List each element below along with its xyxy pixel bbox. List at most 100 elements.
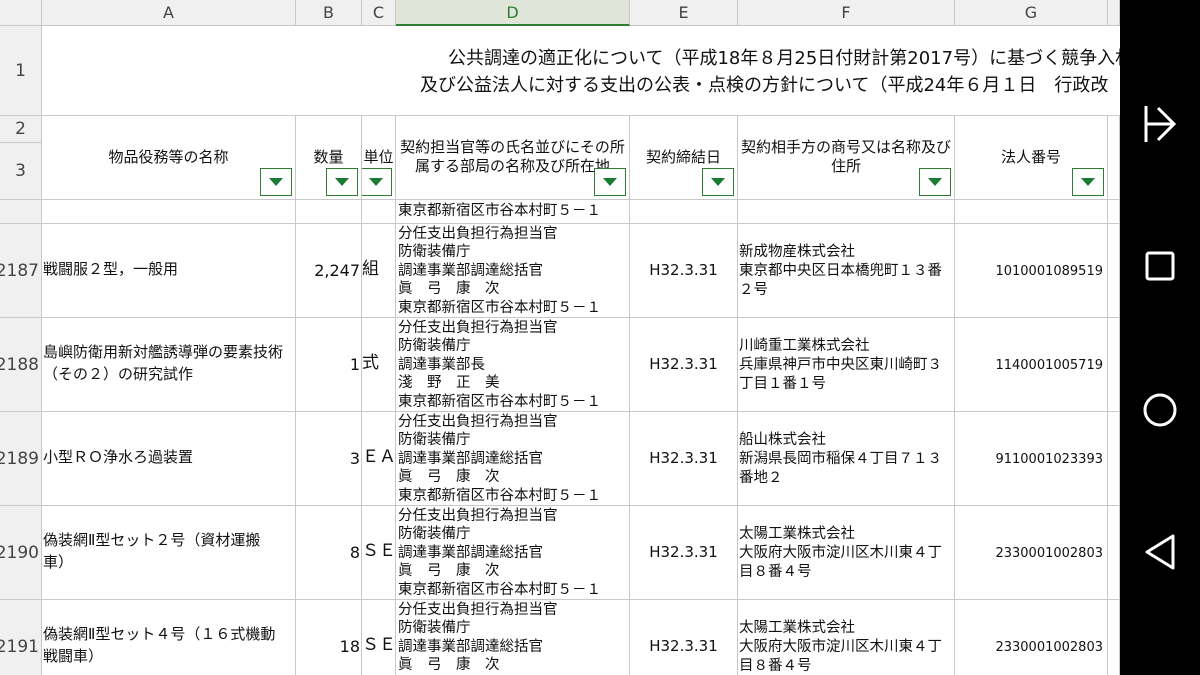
cell-unit[interactable]: 式 (362, 318, 396, 412)
cell-contract-date[interactable]: H32.3.31 (630, 506, 738, 600)
filter-dropdown-button[interactable] (702, 168, 734, 196)
header-corp-no[interactable]: 法人番号 (955, 116, 1108, 200)
cell-unit[interactable]: ＳＥ (362, 506, 396, 600)
row-header[interactable]: 2188 (0, 318, 42, 412)
cell-next[interactable] (1108, 224, 1120, 318)
col-header-next[interactable] (1108, 0, 1120, 26)
col-header-d[interactable]: D (396, 0, 630, 26)
partial-cell[interactable] (630, 200, 738, 224)
header-unit[interactable]: 単位 (362, 116, 396, 200)
cell-contract-date[interactable]: H32.3.31 (630, 318, 738, 412)
contractor-line: 船山株式会社 (739, 431, 826, 448)
header-date[interactable]: 契約締結日 (630, 116, 738, 200)
officer-line: 調達事業部調達総括官 (398, 262, 543, 279)
cell-next[interactable] (1108, 412, 1120, 506)
row-header[interactable]: 2190 (0, 506, 42, 600)
collapse-panel-icon[interactable] (1140, 104, 1180, 144)
cell-unit[interactable]: ＥＡ (362, 412, 396, 506)
col-header-c[interactable]: C (362, 0, 396, 26)
header-name[interactable]: 物品役務等の名称 (42, 116, 296, 200)
filter-dropdown-button[interactable] (594, 168, 626, 196)
header-contractor[interactable]: 契約相手方の商号又は名称及び 住所 (738, 116, 955, 200)
filter-dropdown-button[interactable] (362, 168, 392, 196)
cell-quantity[interactable]: 3 (296, 412, 362, 506)
partial-cell[interactable] (362, 200, 396, 224)
cell-corporate-number[interactable]: 1140001005719 (955, 318, 1108, 412)
contract-date-text: H32.3.31 (649, 637, 718, 655)
cell-officer[interactable]: 分任支出負担行為担当官防衛装備庁調達事業部調達総括官眞 弓 康 次東京都新宿区市… (396, 412, 630, 506)
cell-contractor[interactable]: 新成物産株式会社 東京都中央区日本橋兜町１３番 ２号 (738, 224, 955, 318)
cell-quantity[interactable]: 1 (296, 318, 362, 412)
filter-dropdown-button[interactable] (919, 168, 951, 196)
back-icon[interactable] (1140, 532, 1180, 572)
row-header[interactable]: 2187 (0, 224, 42, 318)
partial-cell[interactable]: 東京都新宿区市谷本村町５－１ (396, 200, 630, 224)
col-header-g[interactable]: G (955, 0, 1108, 26)
partial-cell[interactable] (296, 200, 362, 224)
cell-officer[interactable]: 分任支出負担行為担当官防衛装備庁調達事業部調達総括官眞 弓 康 次東京都新宿区市… (396, 506, 630, 600)
officer-line: 分任支出負担行為担当官 (398, 414, 558, 430)
cell-quantity[interactable]: 18 (296, 600, 362, 675)
row-header-3[interactable]: 3 (0, 143, 42, 200)
col-header-b[interactable]: B (296, 0, 362, 26)
cell-contract-date[interactable]: H32.3.31 (630, 600, 738, 675)
cell-officer[interactable]: 分任支出負担行為担当官防衛装備庁調達事業部調達総括官眞 弓 康 次東京都新宿区市… (396, 224, 630, 318)
dropdown-arrow-icon (711, 178, 725, 186)
officer-line: 淺 野 正 美 (398, 375, 500, 392)
partial-cell[interactable] (955, 200, 1108, 224)
cell-contractor[interactable]: 太陽工業株式会社 大阪府大阪市淀川区木川東４丁 目８番４号 (738, 506, 955, 600)
row-header[interactable]: 2189 (0, 412, 42, 506)
partial-cell[interactable] (738, 200, 955, 224)
filter-dropdown-button[interactable] (326, 168, 358, 196)
cell-quantity[interactable]: 2,247 (296, 224, 362, 318)
row-header-partial[interactable] (0, 200, 42, 224)
col-header-a[interactable]: A (42, 0, 296, 26)
partial-cell[interactable] (42, 200, 296, 224)
row-header[interactable]: 2191 (0, 600, 42, 675)
cell-contract-date[interactable]: H32.3.31 (630, 224, 738, 318)
cell-next[interactable] (1108, 318, 1120, 412)
header-officer[interactable]: 契約担当官等の氏名並びにその所 属する部局の名称及び所在地 (396, 116, 630, 200)
cell-next[interactable] (1108, 506, 1120, 600)
header-unit-label: 単位 (363, 148, 394, 166)
cell-corporate-number[interactable]: 1010001089519 (955, 224, 1108, 318)
col-header-e[interactable]: E (630, 0, 738, 26)
filter-dropdown-button[interactable] (260, 168, 292, 196)
cell-next[interactable] (1108, 600, 1120, 675)
home-icon[interactable] (1140, 390, 1180, 430)
filter-dropdown-button[interactable] (1072, 168, 1104, 196)
col-header-f[interactable]: F (738, 0, 955, 26)
spreadsheet[interactable]: A B C D E F G 1 2 3 公共調達の適正化について（平成18年８月25日付財計第201… (0, 0, 1120, 675)
cell-contract-date[interactable]: H32.3.31 (630, 412, 738, 506)
cell-officer[interactable]: 分任支出負担行為担当官 防衛装備庁 調達事業部長淺 野 正 美東京都新宿区市谷本村町… (396, 318, 630, 412)
cell-item-name[interactable]: 偽装網Ⅱ型セット２号（資材運搬 車） (42, 506, 296, 600)
recent-apps-icon[interactable] (1140, 246, 1180, 286)
cell-item-name[interactable]: 島嶼防衛用新対艦誘導弾の要素技術 （その２）の研究試作 (42, 318, 296, 412)
officer-line: 防衛装備庁 (398, 432, 471, 449)
cell-unit[interactable]: 組 (362, 224, 396, 318)
cell-unit[interactable]: ＳＥ (362, 600, 396, 675)
cell-corporate-number[interactable]: 2330001002803 (955, 506, 1108, 600)
officer-address: 東京都新宿区市谷本村町５－１ (398, 203, 601, 219)
cell-item-name[interactable]: 戦闘服２型，一般用 (42, 224, 296, 318)
officer-line: 防衛装備庁 (398, 338, 471, 355)
row-header-1[interactable]: 1 (0, 26, 42, 116)
unit-text: ＳＥ (362, 541, 396, 561)
header-qty[interactable]: 数量 (296, 116, 362, 200)
cell-contractor[interactable]: 船山株式会社 新潟県長岡市稲保４丁目７１３ 番地２ (738, 412, 955, 506)
cell-officer[interactable]: 分任支出負担行為担当官防衛装備庁調達事業部調達総括官眞 弓 康 次東京都新宿区市… (396, 600, 630, 675)
cell-corporate-number[interactable]: 9110001023393 (955, 412, 1108, 506)
header-next[interactable] (1108, 116, 1120, 200)
partial-cell[interactable] (1108, 200, 1120, 224)
contractor-line: 新潟県長岡市稲保４丁目７１３ (739, 450, 942, 467)
cell-contractor[interactable]: 川崎重工業株式会社 兵庫県神戸市中央区東川崎町３ 丁目１番１号 (738, 318, 955, 412)
row-header-2[interactable]: 2 (0, 116, 42, 143)
cell-contractor[interactable]: 太陽工業株式会社 大阪府大阪市淀川区木川東４丁 目８番４号 (738, 600, 955, 675)
cell-item-name[interactable]: 偽装網Ⅱ型セット４号（１６式機動 戦闘車） (42, 600, 296, 675)
officer-line: 調達事業部調達総括官 (398, 638, 543, 655)
select-all-corner[interactable] (0, 0, 42, 26)
cell-quantity[interactable]: 8 (296, 506, 362, 600)
cell-corporate-number[interactable]: 2330001002803 (955, 600, 1108, 675)
title-cell[interactable]: 公共調達の適正化について（平成18年８月25日付財計第2017号）に基づく競争入… (42, 26, 1120, 116)
cell-item-name[interactable]: 小型ＲＯ浄水ろ過装置 (42, 412, 296, 506)
